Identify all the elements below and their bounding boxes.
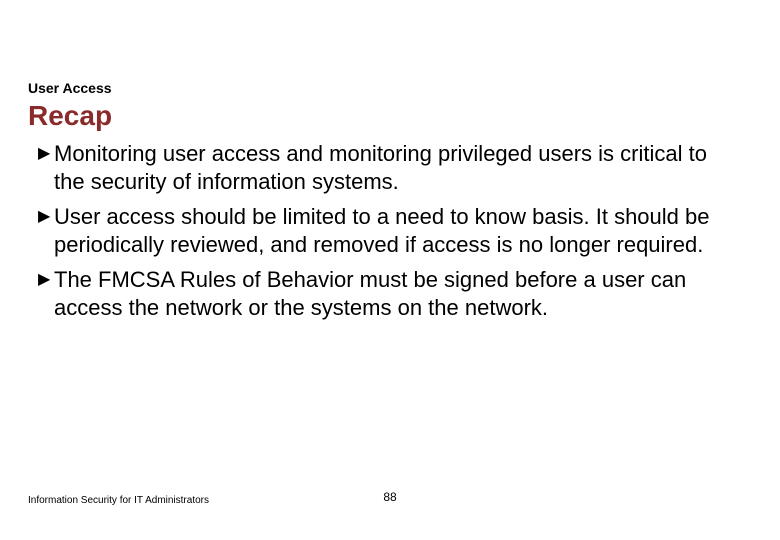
bullet-marker-icon: ▶ [38,207,50,227]
slide-title: Recap [28,100,112,132]
bullet-text: The FMCSA Rules of Behavior must be sign… [54,267,686,320]
bullet-text: Monitoring user access and monitoring pr… [54,141,707,194]
list-item: ▶ The FMCSA Rules of Behavior must be si… [50,266,740,321]
list-item: ▶ Monitoring user access and monitoring … [50,140,740,195]
list-item: ▶ User access should be limited to a nee… [50,203,740,258]
bullet-list: ▶ Monitoring user access and monitoring … [50,140,740,329]
bullet-marker-icon: ▶ [38,270,50,290]
footer-text: Information Security for IT Administrato… [28,495,209,506]
bullet-marker-icon: ▶ [38,144,50,164]
slide: User Access Recap ▶ Monitoring user acce… [0,0,780,540]
footer: Information Security for IT Administrato… [28,490,752,510]
page-number: 88 [383,490,396,504]
section-label: User Access [28,80,112,96]
bullet-text: User access should be limited to a need … [54,204,709,257]
